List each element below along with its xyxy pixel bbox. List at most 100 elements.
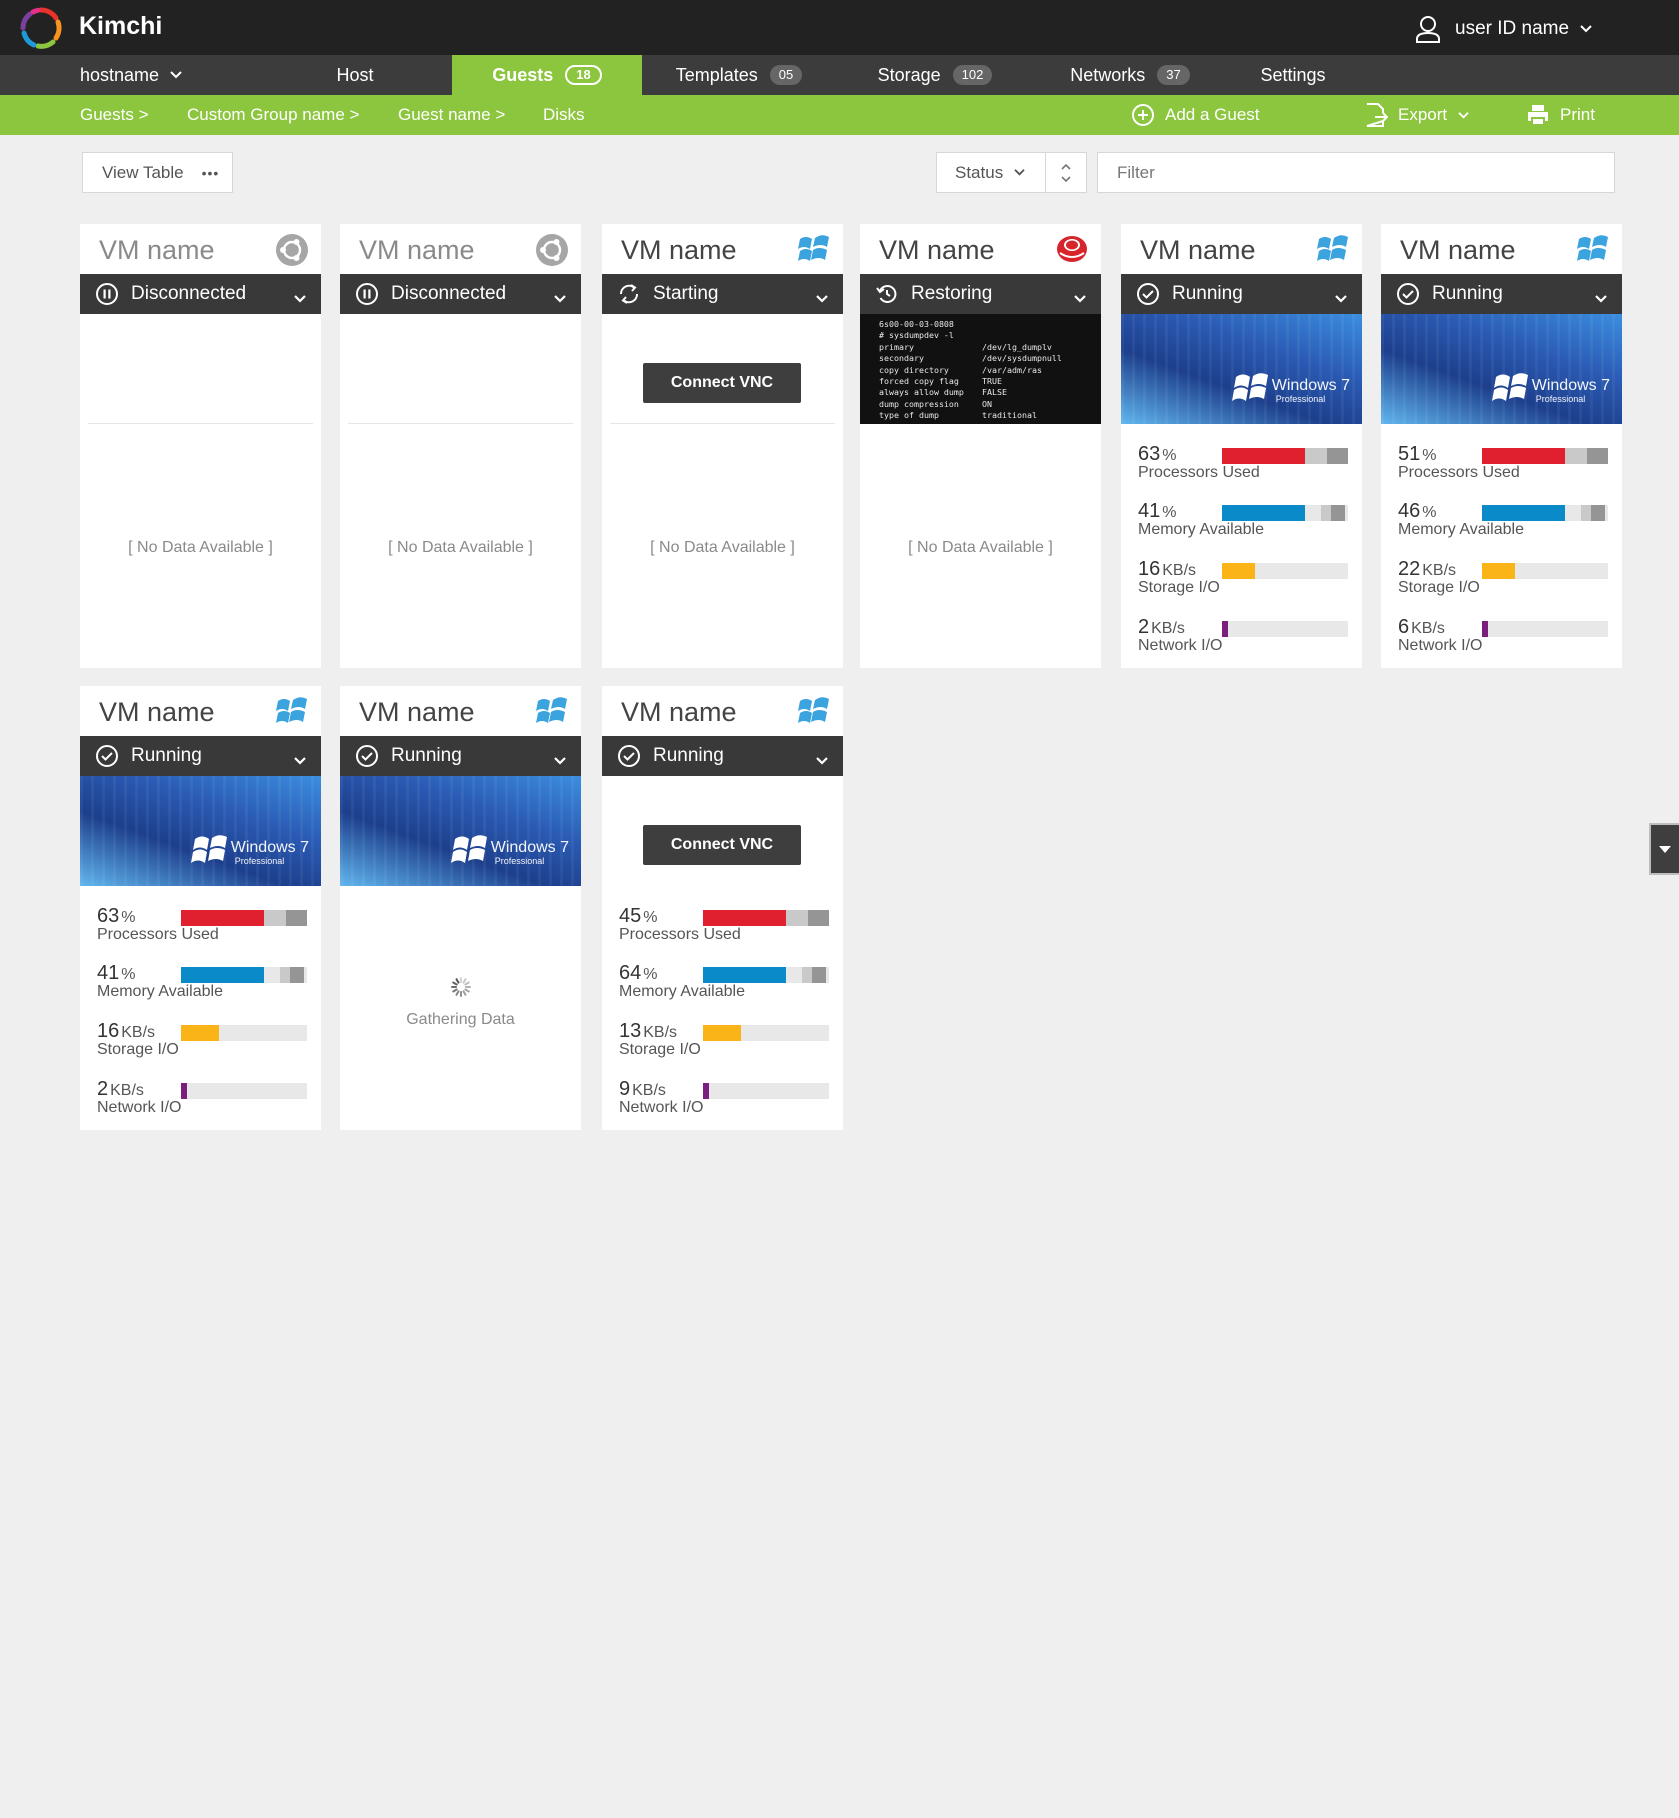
memory-usage-fill	[1222, 505, 1305, 521]
breadcrumb-disks[interactable]: Disks	[543, 95, 585, 135]
view-table-button[interactable]: View Table •••	[82, 152, 233, 193]
network-unit: KB/s	[632, 1082, 666, 1099]
user-name: user ID name	[1455, 18, 1570, 39]
tab-networks[interactable]: Networks 37	[1050, 55, 1210, 95]
connect-vnc-button[interactable]: Connect VNC	[643, 825, 801, 865]
status-dropdown[interactable]: Disconnected	[80, 274, 321, 314]
tab-templates-label: Templates	[675, 64, 758, 85]
guest-card[interactable]: VM name Running Windows 7 Professional Gathe…	[340, 686, 581, 1130]
connect-vnc-button[interactable]: Connect VNC	[643, 363, 801, 403]
storage-unit: KB/s	[1162, 562, 1197, 579]
vm-screen-placeholder: Connect VNC	[602, 776, 843, 886]
status-dropdown[interactable]: Restoring	[860, 274, 1101, 314]
loading-spinner-icon	[450, 976, 472, 998]
tab-host[interactable]: Host	[292, 55, 418, 95]
memory-number: 64	[619, 962, 642, 984]
storage-label: Storage I/O	[1398, 579, 1480, 596]
print-button[interactable]: Print	[1526, 95, 1595, 135]
tab-templates[interactable]: Templates 05	[659, 55, 819, 95]
vm-name[interactable]: VM name	[99, 235, 215, 266]
guest-card-header: VM name	[80, 686, 321, 736]
tab-guests[interactable]: Guests 18	[452, 55, 642, 95]
memory-value: 41%	[97, 962, 135, 985]
status-select[interactable]: Status	[936, 152, 1046, 193]
guest-card[interactable]: VM name Disconnected [ No Data Available ]	[340, 224, 581, 668]
vm-screenshot[interactable]: Windows 7 Professional	[80, 776, 321, 886]
guest-card[interactable]: VM name Running Windows 7 Professional 63% Pr…	[1121, 224, 1362, 668]
windows7-edition: Professional	[234, 855, 285, 866]
network-unit: KB/s	[1411, 620, 1445, 637]
guest-card[interactable]: VM name Starting Connect VNC [ No Data Avai…	[602, 224, 843, 668]
sort-toggle[interactable]	[1045, 152, 1087, 193]
status-dropdown[interactable]: Disconnected	[340, 274, 581, 314]
cpu-unit: %	[643, 909, 658, 926]
vm-name[interactable]: VM name	[359, 697, 475, 728]
cpu-metric: 63% Processors Used	[97, 905, 312, 951]
guest-card[interactable]: VM name Disconnected [ No Data Available ]	[80, 224, 321, 668]
console-value: traditional	[982, 410, 1037, 421]
breadcrumb-guests[interactable]: Guests >	[80, 95, 149, 135]
vm-name[interactable]: VM name	[621, 235, 737, 266]
windows7-logo: Windows 7 Professional	[1491, 371, 1610, 410]
vm-name[interactable]: VM name	[359, 235, 475, 266]
memory-limit-segment	[1591, 505, 1605, 521]
console-value: /dev/lg_dumplv	[982, 341, 1052, 352]
add-guest-button[interactable]: Add a Guest	[1131, 95, 1260, 135]
console-key: always allow dump	[879, 387, 964, 398]
guest-card[interactable]: VM name Running Connect VNC 45% Processors U…	[602, 686, 843, 1130]
status-dropdown[interactable]: Running	[602, 736, 843, 776]
cpu-number: 45	[619, 905, 642, 927]
check-icon	[355, 744, 379, 768]
cpu-unit: %	[1162, 447, 1177, 464]
cpu-usage-fill	[703, 910, 786, 926]
storage-value: 16 KB/s	[97, 1020, 155, 1043]
vm-name[interactable]: VM name	[99, 697, 215, 728]
chevron-down-icon	[815, 750, 829, 772]
vm-name[interactable]: VM name	[879, 235, 995, 266]
filter-input[interactable]	[1097, 152, 1615, 193]
side-panel-toggle[interactable]	[1649, 823, 1679, 875]
tab-storage[interactable]: Storage 102	[860, 55, 1010, 95]
status-dropdown[interactable]: Running	[80, 736, 321, 776]
cpu-unit: %	[121, 909, 136, 926]
memory-number: 46	[1398, 500, 1421, 522]
export-label: Export	[1398, 105, 1448, 124]
memory-usage-bar	[1222, 505, 1348, 521]
chevron-down-icon	[1073, 288, 1087, 310]
status-dropdown[interactable]: Running	[1381, 274, 1622, 314]
windows7-logo: Windows 7 Professional	[190, 833, 309, 872]
host-select[interactable]: hostname	[80, 55, 200, 95]
storage-usage-fill	[181, 1025, 219, 1041]
status-dropdown[interactable]: Running	[340, 736, 581, 776]
vm-screenshot[interactable]: Windows 7 Professional	[1381, 314, 1622, 424]
user-menu[interactable]: user ID name	[1415, 14, 1593, 44]
guest-card[interactable]: VM name Running Windows 7 Professional 51% Pr…	[1381, 224, 1622, 668]
console-line: 6s00-00-03-0808	[879, 319, 954, 329]
plus-circle-icon	[1132, 104, 1154, 126]
export-button[interactable]: Export	[1364, 95, 1470, 135]
vm-name[interactable]: VM name	[621, 697, 737, 728]
console-row: dump compression ON	[879, 399, 1101, 410]
console-row: forced copy flag TRUE	[879, 376, 1101, 387]
cpu-metric: 63% Processors Used	[1138, 443, 1353, 489]
windows7-title: Windows 7	[1271, 376, 1350, 394]
windows-icon	[797, 695, 831, 727]
vm-screenshot[interactable]: Windows 7 Professional	[340, 776, 581, 886]
guest-card-header: VM name	[1121, 224, 1362, 274]
breadcrumb-guest[interactable]: Guest name >	[398, 95, 505, 135]
guest-card[interactable]: VM name Restoring 6s00-00-03-0808 # sysdump…	[860, 224, 1101, 668]
vm-name[interactable]: VM name	[1400, 235, 1516, 266]
status-dropdown[interactable]: Running	[1121, 274, 1362, 314]
guest-card-header: VM name	[340, 686, 581, 736]
storage-number: 13	[619, 1020, 642, 1042]
memory-unit: %	[1162, 504, 1177, 521]
cpu-reserved-segment	[786, 910, 808, 926]
vm-name[interactable]: VM name	[1140, 235, 1256, 266]
breadcrumb-group[interactable]: Custom Group name >	[187, 95, 359, 135]
tab-settings[interactable]: Settings	[1243, 55, 1343, 95]
status-dropdown[interactable]: Starting	[602, 274, 843, 314]
vm-screenshot[interactable]: Windows 7 Professional	[1121, 314, 1362, 424]
vm-console-screenshot[interactable]: 6s00-00-03-0808 # sysdumpdev -l primary/de…	[860, 314, 1101, 424]
guest-card[interactable]: VM name Running Windows 7 Professional 63% Pr…	[80, 686, 321, 1130]
guest-card-header: VM name	[602, 686, 843, 736]
